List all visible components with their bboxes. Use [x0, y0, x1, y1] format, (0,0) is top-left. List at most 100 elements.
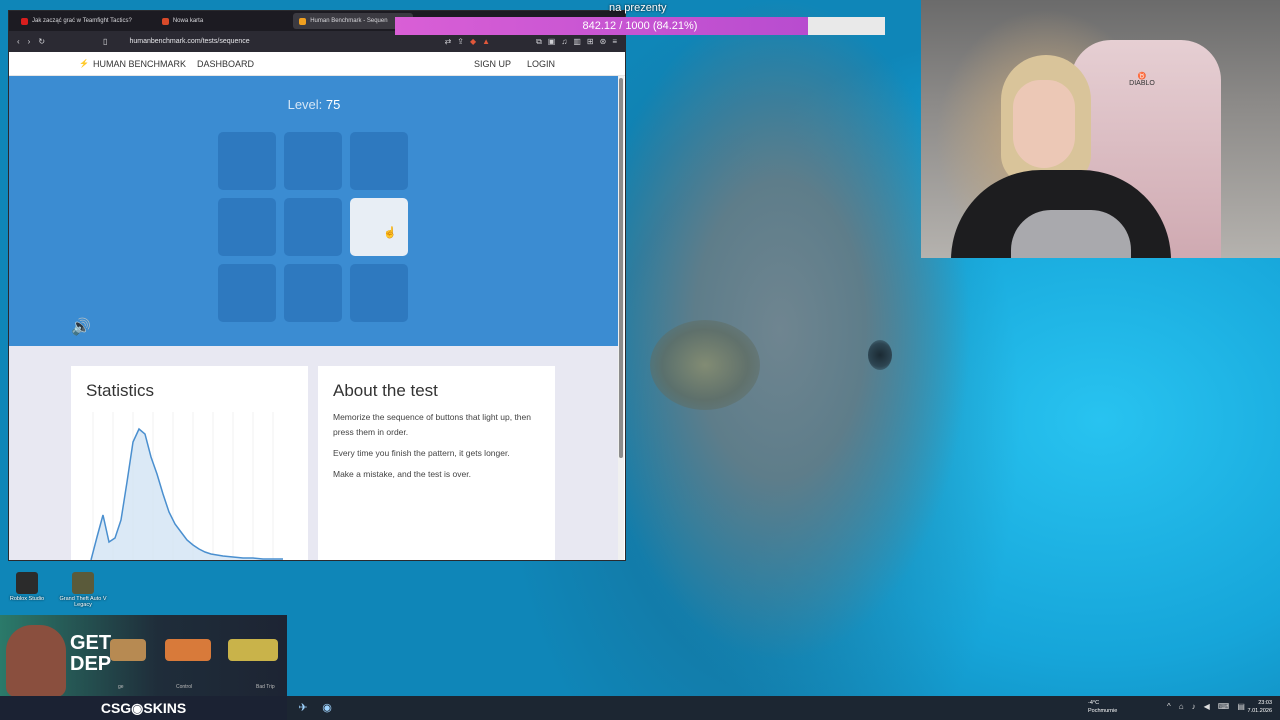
score-distribution-chart [90, 412, 283, 560]
site-brand[interactable]: ⚡ HUMAN BENCHMARK [79, 59, 186, 69]
statistics-title: Statistics [86, 381, 155, 400]
promo-gun-image [110, 639, 146, 661]
stream-goal-bar: 842.12 / 1000 (84.21%) [395, 17, 885, 35]
rewards-icon[interactable]: ▲ [482, 37, 490, 47]
webcam-streamer-face [1013, 80, 1075, 168]
wallpaper-dolphin-eye [868, 340, 892, 370]
lightning-icon: ⚡ [79, 59, 89, 68]
reload-icon[interactable]: ↻ [38, 37, 45, 46]
about-card: About the test Memorize the sequence of … [318, 366, 555, 560]
microphone-icon[interactable]: ♪ [1192, 702, 1196, 711]
translate-icon[interactable]: ⇄ [445, 37, 452, 47]
promo-character [6, 625, 66, 696]
sequence-square[interactable] [218, 198, 276, 256]
gta-v-icon [72, 572, 94, 594]
sequence-game-area: Level: 75 ☝ 🔊 [9, 76, 619, 346]
csgo-skins-brand: CSG◉SKINS [0, 696, 287, 720]
sequence-square[interactable] [284, 264, 342, 322]
screenshot-icon[interactable]: ⊞ [587, 37, 594, 47]
sequence-square-lit[interactable]: ☝ [350, 198, 408, 256]
promo-item-label: Control [176, 684, 193, 690]
wallet-icon[interactable]: ▣ [548, 37, 556, 47]
sequence-square[interactable] [350, 264, 408, 322]
sequence-square[interactable] [284, 132, 342, 190]
sequence-grid: ☝ [218, 132, 410, 324]
forward-icon[interactable]: › [28, 37, 31, 46]
about-paragraph: Memorize the sequence of buttons that li… [333, 412, 531, 437]
browser-tab-tft[interactable]: Jak zacząć grać w Teamfight Tactics? [15, 13, 138, 29]
network-icon[interactable]: ⌂ [1179, 702, 1184, 711]
youtube-favicon-icon [21, 17, 28, 25]
bookmark-icon[interactable]: ▯ [103, 37, 107, 46]
promo-item-label: ge [118, 684, 124, 690]
wallpaper-dolphin-mouth [650, 320, 760, 410]
clock-time: 23:03 [1258, 700, 1272, 706]
login-link[interactable]: LOGIN [527, 59, 555, 69]
desktop-icon-gta-v[interactable]: Grand Theft Auto V Legacy [53, 572, 113, 608]
sequence-square[interactable] [284, 198, 342, 256]
taskbar-clock[interactable]: 23:03 7.01.2026 [1248, 699, 1272, 715]
tab-title: Human Benchmark - Sequen [310, 18, 388, 24]
toolbar-icons: ⇄ ⇪ ◆ ▲ ⧉ ▣ ♫ ▥ ⊞ ⊛ ≡ [445, 37, 617, 47]
sidebar-icon[interactable]: ▥ [573, 37, 581, 47]
clock-date: 7.01.2026 [1247, 708, 1272, 714]
stream-goal-text: 842.12 / 1000 (84.21%) [582, 20, 698, 32]
volume-icon[interactable]: ◀ [1204, 702, 1210, 711]
tray-overflow-icon[interactable]: ^ [1167, 702, 1171, 711]
desktop-icon-label: Roblox Studio [9, 596, 45, 602]
url-field[interactable]: humanbenchmark.com/tests/sequence [129, 38, 249, 45]
roblox-studio-icon [16, 572, 38, 594]
site-navbar: ⚡ HUMAN BENCHMARK DASHBOARD SIGN UP LOGI… [9, 52, 625, 76]
promo-gun-image [165, 639, 211, 661]
sequence-square[interactable] [350, 132, 408, 190]
extensions-icon[interactable]: ⧉ [536, 37, 542, 47]
tab-title: Jak zacząć grać w Teamfight Tactics? [32, 18, 132, 24]
sign-up-link[interactable]: SIGN UP [474, 59, 511, 69]
weather-temp: -4°C [1088, 700, 1100, 706]
promo-gun-image [228, 639, 278, 661]
system-tray: ^ ⌂ ♪ ◀ ⌨ ▤ [1167, 702, 1245, 711]
notifications-icon[interactable]: ▤ [1237, 702, 1245, 711]
weather-widget[interactable]: -4°C Pochmurnie [1088, 699, 1117, 715]
sequence-square[interactable] [218, 264, 276, 322]
steam-taskbar-icon[interactable]: ✈ [295, 700, 311, 716]
level-value: 75 [325, 97, 341, 112]
webcam-streamer-legs [1011, 210, 1131, 258]
keyboard-icon[interactable]: ⌨ [1218, 702, 1230, 711]
menu-icon[interactable]: ≡ [612, 37, 617, 47]
brave-favicon-icon [161, 17, 169, 25]
chair-logo-icon: ♉ DIABLO [1129, 73, 1155, 87]
stream-goal-label: na prezenty [609, 2, 667, 14]
taskbar: ✈ ◉ -4°C Pochmurnie ^ ⌂ ♪ ◀ ⌨ ▤ 23:03 7.… [287, 696, 1280, 720]
about-paragraph: Make a mistake, and the test is over. [333, 469, 471, 479]
sequence-square[interactable] [218, 132, 276, 190]
page-scrollbar[interactable] [618, 76, 624, 560]
desktop-icon-label: Grand Theft Auto V Legacy [59, 596, 107, 608]
browser-tab-new[interactable]: Nowa karta [156, 13, 209, 29]
info-section: Statistics About the test Memorize the s… [9, 346, 619, 560]
vpn-icon[interactable]: ⊛ [600, 37, 607, 47]
share-icon[interactable]: ⇪ [457, 37, 464, 47]
level-label: Level: [287, 97, 323, 112]
sound-toggle-icon[interactable]: 🔊 [71, 317, 91, 337]
weather-desc: Pochmurnie [1088, 708, 1118, 714]
tab-title: Nowa karta [172, 18, 204, 24]
auth-links: SIGN UP LOGIN [474, 59, 555, 69]
about-title: About the test [333, 381, 438, 400]
level-indicator: Level: 75 [9, 97, 619, 112]
music-icon[interactable]: ♫ [561, 37, 567, 47]
statistics-card: Statistics [71, 366, 308, 560]
dashboard-link[interactable]: DASHBOARD [197, 59, 254, 69]
scrollbar-thumb[interactable] [619, 78, 623, 458]
about-paragraph: Every time you finish the pattern, it ge… [333, 448, 510, 458]
human-benchmark-favicon-icon [299, 17, 307, 25]
hand-cursor-icon: ☝ [383, 227, 397, 239]
back-icon[interactable]: ‹ [17, 37, 20, 46]
browser-window: Jak zacząć grać w Teamfight Tactics? Now… [8, 10, 626, 561]
brave-shields-icon[interactable]: ◆ [470, 37, 476, 47]
brand-label: HUMAN BENCHMARK [92, 58, 186, 69]
browser-taskbar-icon[interactable]: ◉ [319, 700, 335, 716]
desktop-icon-roblox-studio[interactable]: Roblox Studio [0, 572, 57, 602]
promo-item-label: Bad Trip [256, 684, 275, 690]
csgo-skins-promo: GET DEP ge Control Bad Trip [0, 615, 287, 696]
